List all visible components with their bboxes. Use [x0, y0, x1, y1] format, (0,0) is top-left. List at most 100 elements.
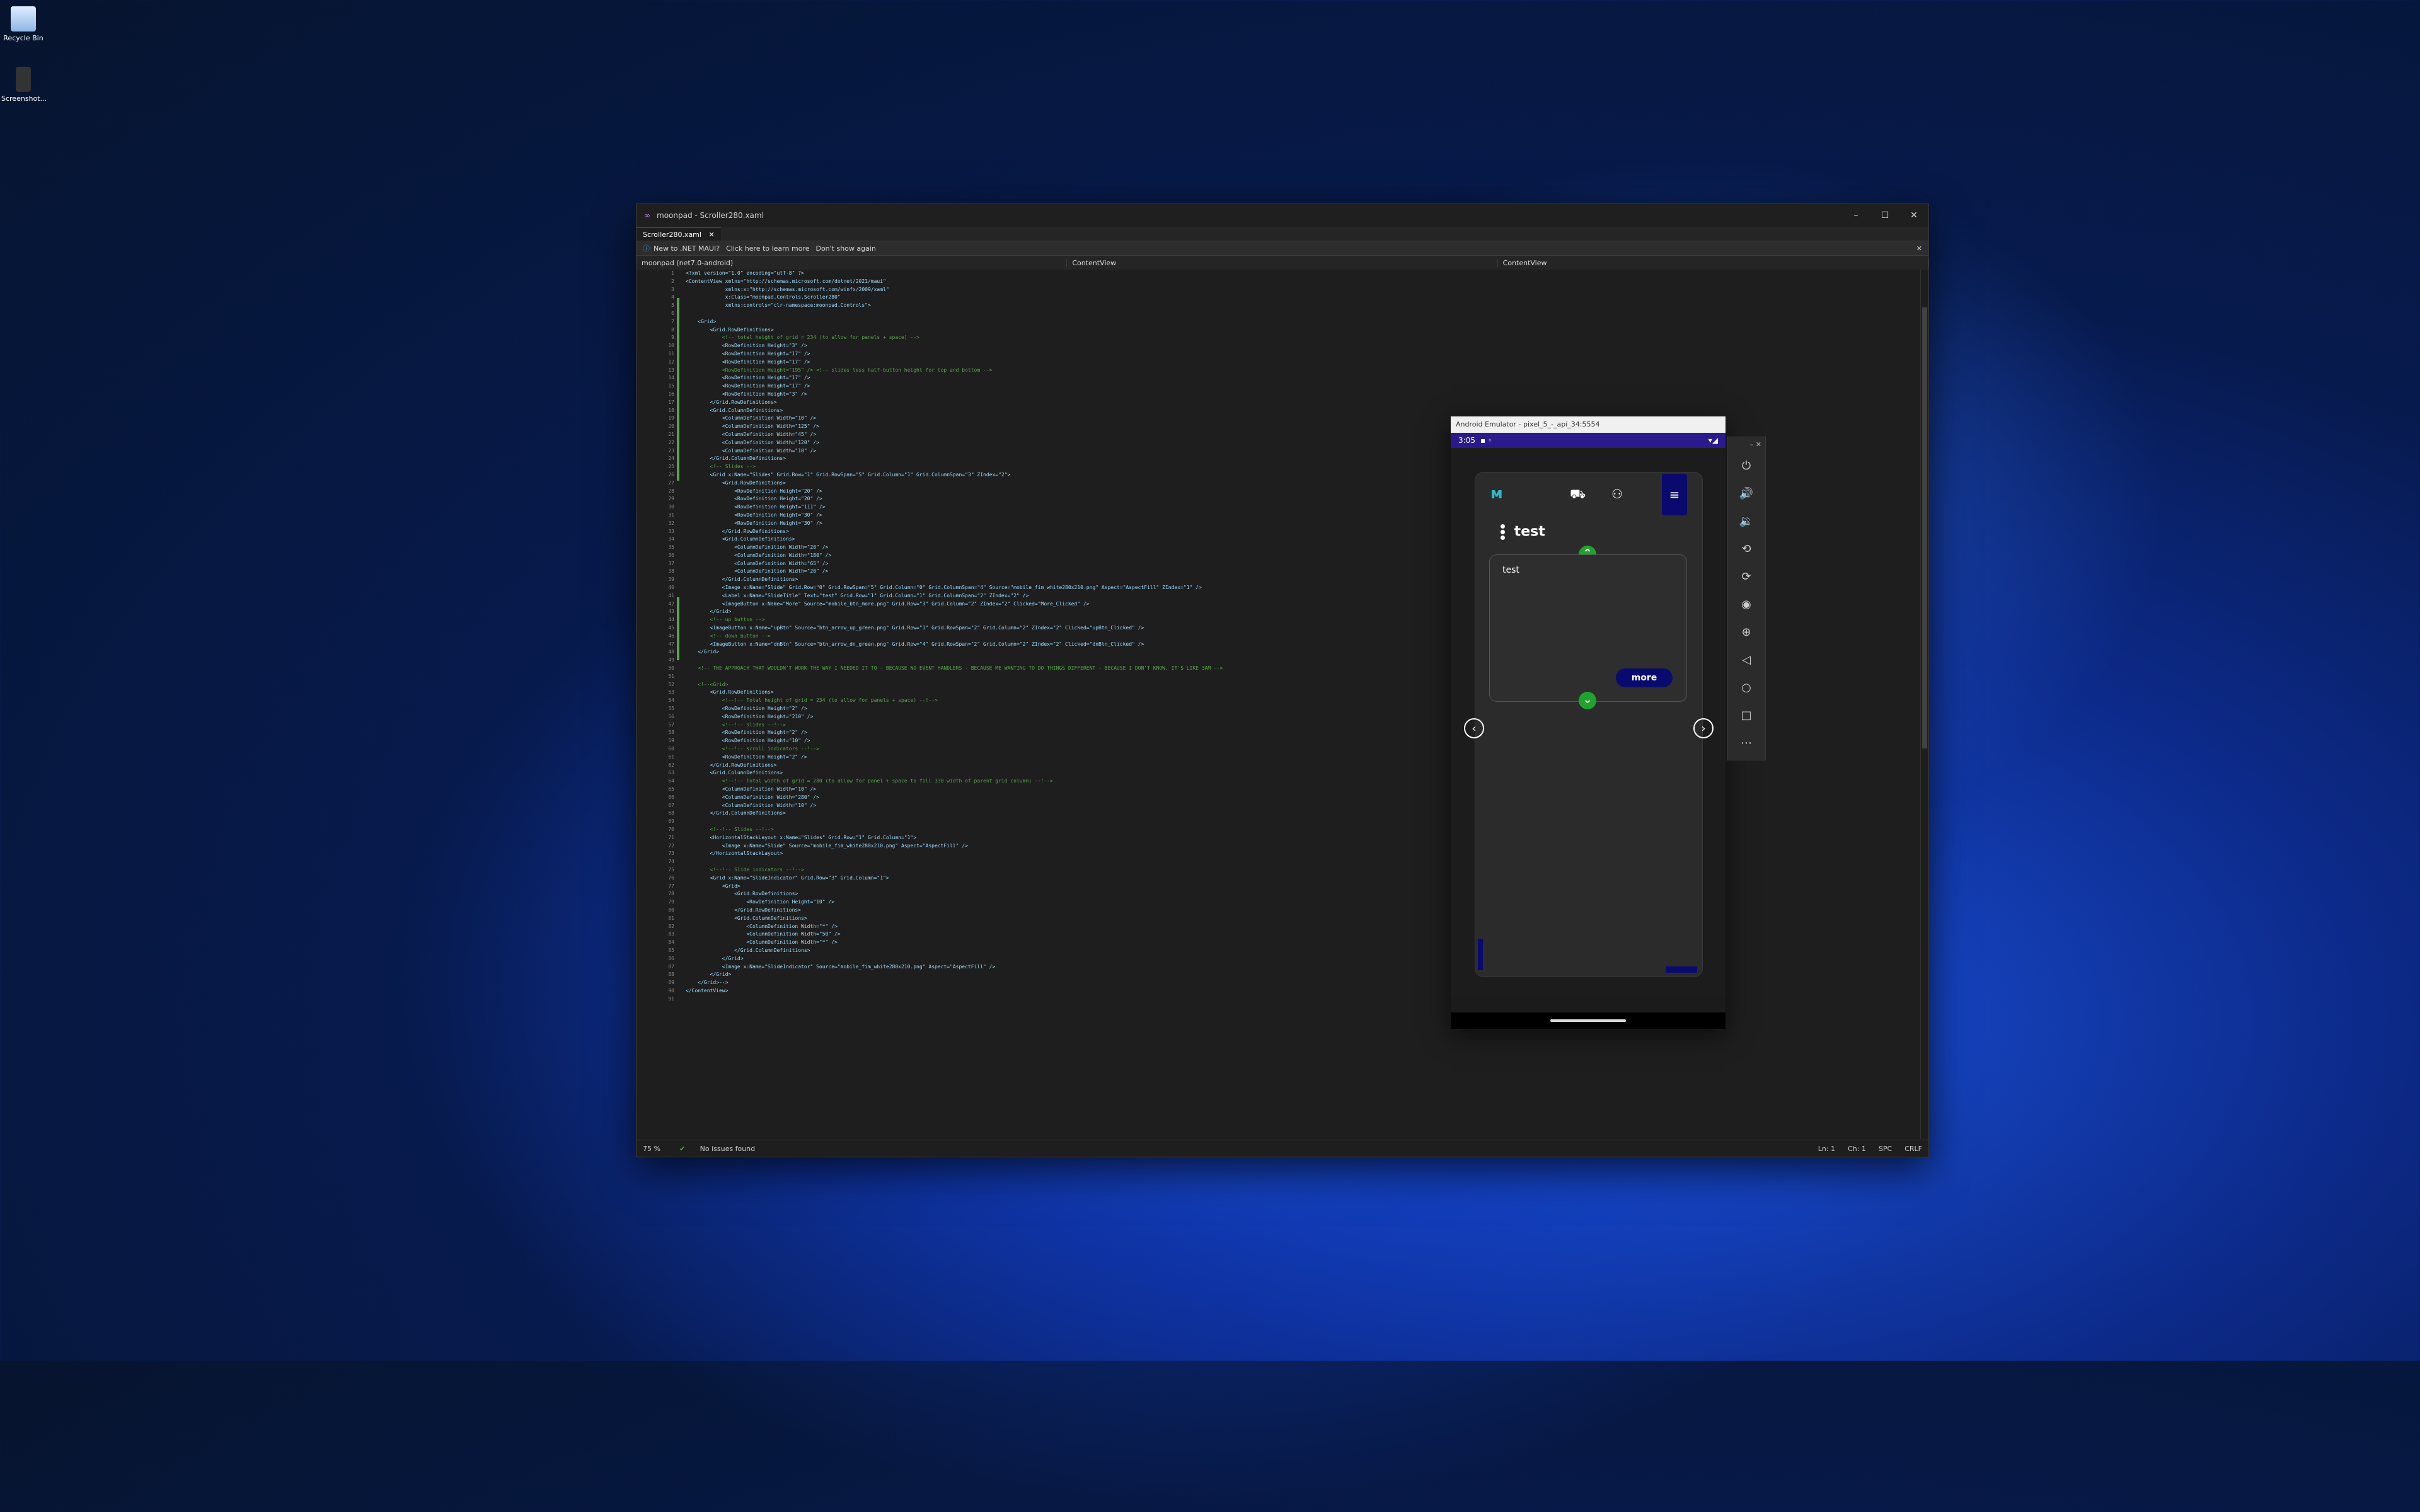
code-line[interactable]: <RowDefinition Height="2" />: [686, 753, 1223, 762]
code-line[interactable]: <ImageButton x:Name="upBtn" Source="btn_…: [686, 624, 1223, 633]
code-line[interactable]: <Grid>: [686, 318, 1223, 326]
scope-dropdown-2[interactable]: ContentView: [1498, 258, 1928, 267]
code-line[interactable]: <Grid x:Name="Slides" Grid.Row="1" Grid.…: [686, 471, 1223, 479]
info-learn-more-link[interactable]: Click here to learn more: [726, 244, 809, 253]
code-line[interactable]: <Grid.ColumnDefinitions>: [686, 915, 1223, 923]
code-line[interactable]: <!-- total height of grid = 234 (to allo…: [686, 334, 1223, 342]
code-line[interactable]: <HorizontalStackLayout x:Name="Slides" G…: [686, 834, 1223, 842]
zoom-level[interactable]: 75 %: [643, 1145, 660, 1153]
menu-button[interactable]: ≡: [1662, 474, 1687, 515]
toolbar-window-controls[interactable]: – ✕: [1727, 437, 1765, 452]
minimize-button[interactable]: –: [1841, 210, 1870, 220]
code-line[interactable]: <ColumnDefinition Width="45" />: [686, 431, 1223, 439]
code-line[interactable]: <!-- down button -->: [686, 633, 1223, 641]
more-button[interactable]: more: [1616, 668, 1673, 687]
maximize-button[interactable]: ☐: [1870, 210, 1899, 220]
code-line[interactable]: <RowDefinition Height="17" />: [686, 374, 1223, 382]
code-line[interactable]: <RowDefinition Height="10" />: [686, 737, 1223, 745]
code-line[interactable]: [686, 656, 1223, 665]
code-line[interactable]: x:Class="moonpad.Controls.Scroller280": [686, 294, 1223, 302]
code-line[interactable]: </Grid>: [686, 971, 1223, 979]
code-line[interactable]: xmlns:x="http://schemas.microsoft.com/wi…: [686, 286, 1223, 294]
code-line[interactable]: xmlns:controls="clr-namespace:moonpad.Co…: [686, 302, 1223, 310]
code-line[interactable]: [686, 818, 1223, 826]
code-line[interactable]: <Grid.RowDefinitions>: [686, 326, 1223, 335]
code-line[interactable]: <RowDefinition Height="20" />: [686, 488, 1223, 496]
code-line[interactable]: <Grid x:Name="SlideIndicator" Grid.Row="…: [686, 874, 1223, 883]
home-pill[interactable]: [1550, 1019, 1626, 1022]
code-line[interactable]: <!-- THE APPROACH THAT WOULDN'T WORK THE…: [686, 665, 1223, 673]
code-line[interactable]: </Grid.RowDefinitions>: [686, 399, 1223, 407]
back-icon[interactable]: ◁: [1727, 646, 1765, 674]
code-line[interactable]: </ContentView>: [686, 987, 1223, 995]
code-line[interactable]: </Grid.ColumnDefinitions>: [686, 947, 1223, 955]
code-line[interactable]: </Grid.ColumnDefinitions>: [686, 455, 1223, 463]
code-line[interactable]: <Grid.RowDefinitions>: [686, 479, 1223, 488]
code-line[interactable]: <ColumnDefinition Width="125" />: [686, 423, 1223, 431]
code-line[interactable]: <RowDefinition Height="3" />: [686, 391, 1223, 399]
code-line[interactable]: </Grid.RowDefinitions>: [686, 762, 1223, 770]
more-options-icon[interactable]: ⋯: [1727, 730, 1765, 757]
code-line[interactable]: </Grid>-->: [686, 979, 1223, 987]
code-line[interactable]: <!--!-- Slide indicators --!-->: [686, 866, 1223, 874]
tab-scroller280[interactable]: Scroller280.xaml ✕: [637, 227, 721, 241]
volume-up-icon[interactable]: 🔊: [1727, 480, 1765, 508]
code-line[interactable]: <Image x:Name="Slide" Source="mobile_fim…: [686, 842, 1223, 850]
code-line[interactable]: </Grid>: [686, 608, 1223, 616]
code-line[interactable]: <Label x:Name="SlideTitle" Text="test" G…: [686, 592, 1223, 600]
line-ending-indicator[interactable]: CRLF: [1904, 1145, 1922, 1153]
whitespace-indicator[interactable]: SPC: [1879, 1145, 1892, 1153]
code-line[interactable]: <Grid.ColumnDefinitions>: [686, 407, 1223, 415]
close-tab-icon[interactable]: ✕: [708, 231, 714, 239]
code-line[interactable]: <ColumnDefinition Width="50" />: [686, 931, 1223, 939]
code-line[interactable]: <!--!-- scroll indicators --!-->: [686, 745, 1223, 753]
code-line[interactable]: <ColumnDefinition Width="180" />: [686, 552, 1223, 560]
code-line[interactable]: <ColumnDefinition Width="10" />: [686, 802, 1223, 810]
code-line[interactable]: [686, 310, 1223, 318]
code-line[interactable]: <Image x:Name="Slide" Grid.Row="0" Grid.…: [686, 584, 1223, 592]
code-line[interactable]: <RowDefinition Height="17" />: [686, 382, 1223, 391]
code-line[interactable]: <ColumnDefinition Width="*" />: [686, 939, 1223, 947]
rotate-right-icon[interactable]: ⟳: [1727, 563, 1765, 591]
code-line[interactable]: <!-- up button -->: [686, 616, 1223, 624]
code-line[interactable]: <RowDefinition Height="2" />: [686, 729, 1223, 737]
user-icon[interactable]: ⚇: [1611, 486, 1623, 501]
zoom-icon[interactable]: ⊕: [1727, 619, 1765, 646]
code-line[interactable]: <!--!-- Total height of grid = 234 (to a…: [686, 697, 1223, 705]
scope-dropdown-1[interactable]: ContentView: [1067, 258, 1498, 267]
code-line[interactable]: <RowDefinition Height="30" />: [686, 512, 1223, 520]
code-line[interactable]: <!--<Grid>: [686, 681, 1223, 689]
code-line[interactable]: <ColumnDefinition Width="10" />: [686, 786, 1223, 794]
code-line[interactable]: <RowDefinition Height="30" />: [686, 520, 1223, 528]
scrollbar-thumb[interactable]: [1922, 307, 1927, 748]
code-line[interactable]: <!--!-- slides --!-->: [686, 721, 1223, 730]
code-line[interactable]: </HorizontalStackLayout>: [686, 850, 1223, 858]
code-text[interactable]: <?xml version="1.0" encoding="utf-8" ?> <…: [686, 270, 1223, 1004]
code-line[interactable]: <RowDefinition Height="10" />: [686, 898, 1223, 907]
camera-icon[interactable]: ◉: [1727, 591, 1765, 619]
down-arrow-button[interactable]: ⌄: [1579, 692, 1596, 709]
issues-status[interactable]: ✔ No issues found: [673, 1145, 761, 1153]
code-line[interactable]: <ColumnDefinition Width="*" />: [686, 923, 1223, 931]
code-line[interactable]: <ColumnDefinition Width="20" />: [686, 544, 1223, 552]
code-line[interactable]: <ImageButton x:Name="More" Source="mobil…: [686, 600, 1223, 609]
code-line[interactable]: <Grid.ColumnDefinitions>: [686, 769, 1223, 777]
code-line[interactable]: [686, 673, 1223, 681]
code-line[interactable]: <Image x:Name="SlideIndicator" Source="m…: [686, 963, 1223, 971]
code-line[interactable]: [686, 858, 1223, 866]
code-line[interactable]: <RowDefinition Height="17" />: [686, 358, 1223, 367]
cart-icon[interactable]: ⛟: [1570, 486, 1586, 503]
info-dismiss-link[interactable]: Don't show again: [815, 244, 875, 253]
code-line[interactable]: </Grid.RowDefinitions>: [686, 528, 1223, 536]
overview-icon[interactable]: □: [1727, 702, 1765, 730]
code-line[interactable]: </Grid.ColumnDefinitions>: [686, 810, 1223, 818]
code-line[interactable]: <ColumnDefinition Width="280" />: [686, 794, 1223, 802]
rotate-left-icon[interactable]: ⟲: [1727, 536, 1765, 563]
code-line[interactable]: <RowDefinition Height="195" /> <!-- slid…: [686, 367, 1223, 375]
code-line[interactable]: <ImageButton x:Name="dnBtn" Source="btn_…: [686, 641, 1223, 649]
code-line[interactable]: </Grid.RowDefinitions>: [686, 907, 1223, 915]
code-line[interactable]: </Grid>: [686, 955, 1223, 963]
code-line[interactable]: [686, 995, 1223, 1004]
code-line[interactable]: <RowDefinition Height="17" />: [686, 350, 1223, 358]
code-line[interactable]: <RowDefinition Height="20" />: [686, 495, 1223, 503]
